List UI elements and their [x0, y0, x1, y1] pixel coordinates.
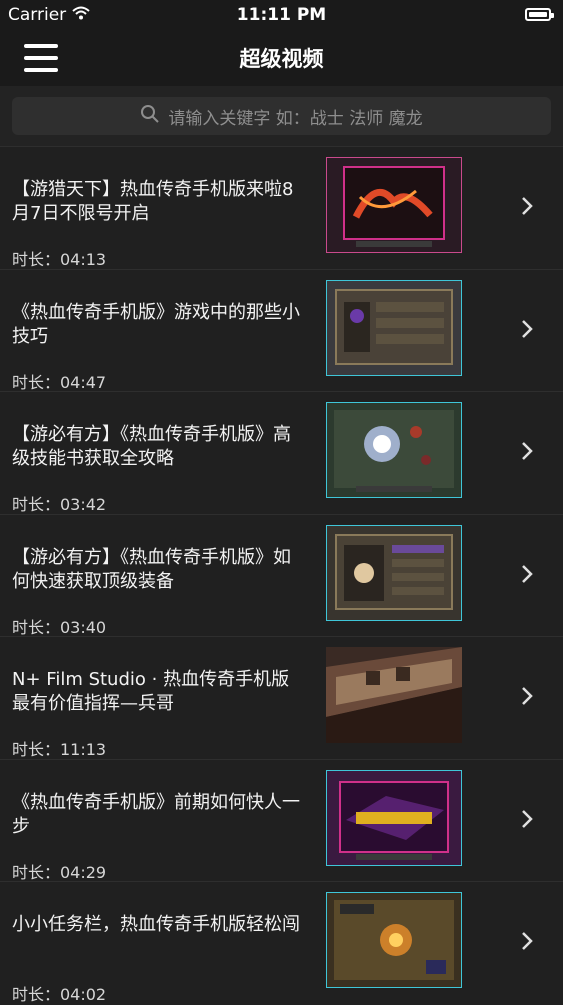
- video-row[interactable]: 小小任务栏，热血传奇手机版轻松闯 时长：04:02: [0, 881, 563, 1004]
- chevron-right-icon: [520, 685, 534, 711]
- video-row[interactable]: 《热血传奇手机版》游戏中的那些小技巧 时长：04:47: [0, 268, 563, 392]
- video-row[interactable]: 《热血传奇手机版》前期如何快人一步 时长：04:29: [0, 758, 563, 882]
- video-title: 【游必有方】《热血传奇手机版》高级技能书获取全攻略: [12, 424, 291, 469]
- chevron-right-icon: [520, 195, 534, 221]
- video-duration: 时长：04:47: [12, 372, 107, 392]
- chevron-right-icon: [520, 318, 534, 344]
- video-row[interactable]: 【游必有方】《热血传奇手机版》高级技能书获取全攻略 时长：03:42: [0, 391, 563, 514]
- chevron-right-icon: [520, 563, 534, 589]
- video-title: 【游猎天下】热血传奇手机版来啦8月7日不限号开启: [12, 179, 294, 224]
- video-title: 小小任务栏，热血传奇手机版轻松闯: [12, 914, 300, 935]
- navigation-bar: 超级视频: [0, 30, 563, 86]
- video-duration: 时长：03:40: [12, 617, 107, 637]
- search-placeholder: 请输入关键字 如：战士 法师 魔龙: [168, 108, 423, 129]
- status-time: 11:11 PM: [236, 5, 327, 25]
- video-thumbnail: [326, 157, 462, 253]
- video-thumbnail: [326, 769, 462, 866]
- video-thumbnail: [326, 279, 462, 376]
- video-duration: 时长：04:29: [12, 862, 107, 882]
- video-duration: 时长：04:02: [12, 985, 107, 1004]
- video-title: 《热血传奇手机版》前期如何快人一步: [12, 791, 300, 837]
- video-thumbnail: [326, 647, 462, 743]
- video-thumbnail: [326, 524, 462, 621]
- battery-icon: [525, 8, 554, 21]
- chevron-right-icon: [520, 930, 534, 956]
- search-input[interactable]: 请输入关键字 如：战士 法师 魔龙: [12, 97, 551, 135]
- page-title: 超级视频: [239, 47, 324, 71]
- search-icon: [140, 104, 168, 129]
- video-title: 《热血传奇手机版》游戏中的那些小技巧: [12, 301, 300, 347]
- video-title: N+ Film Studio · 热血传奇手机版最有价值指挥—兵哥: [12, 669, 290, 714]
- video-thumbnail: [326, 402, 462, 498]
- video-title: 【游必有方】《热血传奇手机版》如何快速获取顶级装备: [12, 546, 291, 592]
- video-duration: 时长：03:42: [12, 495, 107, 514]
- video-duration: 时长：04:13: [12, 250, 107, 269]
- status-bar: Carrier 11:11 PM: [0, 0, 563, 30]
- chevron-right-icon: [520, 808, 534, 834]
- video-list: 【游猎天下】热血传奇手机版来啦8月7日不限号开启 时长：04:13 《热血传奇手…: [0, 146, 563, 1004]
- video-thumbnail: [326, 892, 462, 988]
- video-row[interactable]: N+ Film Studio · 热血传奇手机版最有价值指挥—兵哥 时长：11:…: [0, 636, 563, 759]
- video-row[interactable]: 【游猎天下】热血传奇手机版来啦8月7日不限号开启 时长：04:13: [0, 146, 563, 269]
- search-bar: 请输入关键字 如：战士 法师 魔龙: [0, 86, 563, 146]
- chevron-right-icon: [520, 440, 534, 466]
- video-row[interactable]: 【游必有方】《热血传奇手机版》如何快速获取顶级装备 时长：03:40: [0, 513, 563, 637]
- video-duration: 时长：11:13: [12, 740, 107, 759]
